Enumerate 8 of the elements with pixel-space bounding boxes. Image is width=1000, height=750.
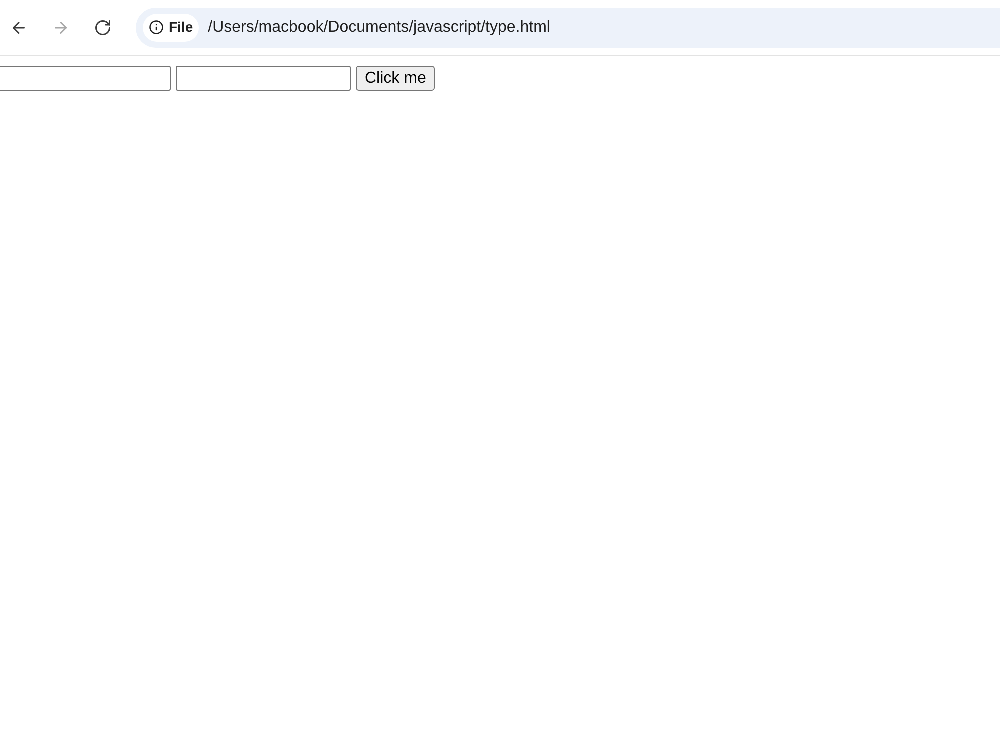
- address-bar[interactable]: File /Users/macbook/Documents/javascript/type.html: [136, 8, 1000, 48]
- info-icon: [149, 20, 164, 35]
- site-info-chip[interactable]: File: [143, 14, 200, 42]
- url-text: /Users/macbook/Documents/javascript/type.html: [208, 18, 550, 38]
- click-button[interactable]: Click me: [356, 66, 436, 91]
- text-input[interactable]: [176, 66, 351, 91]
- reload-icon: [94, 18, 112, 36]
- text-input[interactable]: [0, 66, 171, 91]
